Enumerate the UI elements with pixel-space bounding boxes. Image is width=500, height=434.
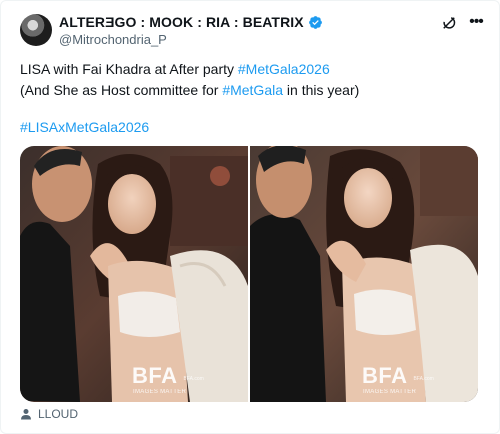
media-image-2[interactable]: BFA IMAGES MATTER BFA.com [250, 146, 478, 402]
hashtag-link-metgala[interactable]: #MetGala [222, 82, 283, 98]
hashtag-link-lisaxmetgala2026[interactable]: #LISAxMetGala2026 [20, 119, 149, 135]
author-handle[interactable]: @Mitrochondria_P [59, 32, 167, 47]
post-text-plain: LISA with Fai Khadra at After party [20, 61, 238, 77]
verified-badge-icon [308, 15, 322, 29]
grok-icon[interactable] [440, 14, 458, 32]
watermark-sub: IMAGES MATTER [133, 389, 187, 395]
watermark-logo: BFA [132, 363, 178, 388]
media-tags-footer[interactable]: LLOUD [20, 407, 78, 421]
post-text-line-1: LISA with Fai Khadra at After party #Met… [20, 60, 330, 78]
author-row: ALTERƎGO : MOOK : RIA : BEATRIX [59, 14, 323, 30]
post-hashtag-line: #LISAxMetGala2026 [20, 118, 149, 136]
media-image-1[interactable]: BFA IMAGES MATTER BFA.com [20, 146, 248, 402]
watermark-sub: IMAGES MATTER [363, 389, 417, 395]
more-options-icon[interactable]: ••• [466, 14, 486, 32]
post-text-post: in this year) [283, 82, 360, 98]
hashtag-link-metgala2026[interactable]: #MetGala2026 [238, 61, 330, 77]
tweet-card[interactable]: ALTERƎGO : MOOK : RIA : BEATRIX @Mitroch… [0, 0, 500, 434]
watermark: BFA IMAGES MATTER BFA.com [132, 358, 204, 396]
display-name[interactable]: ALTERƎGO : MOOK : RIA : BEATRIX [59, 14, 304, 30]
watermark-tag: BFA.com [413, 376, 434, 382]
watermark: BFA IMAGES MATTER BFA.com [362, 358, 434, 396]
tagged-user-label[interactable]: LLOUD [38, 407, 78, 421]
watermark-logo: BFA [362, 363, 408, 388]
person-icon [21, 409, 31, 420]
post-text-pre: (And She as Host committee for [20, 82, 223, 98]
avatar[interactable] [20, 14, 52, 46]
watermark-tag: BFA.com [183, 376, 204, 382]
post-text-line-2: (And She as Host committee for #MetGala … [20, 81, 359, 99]
